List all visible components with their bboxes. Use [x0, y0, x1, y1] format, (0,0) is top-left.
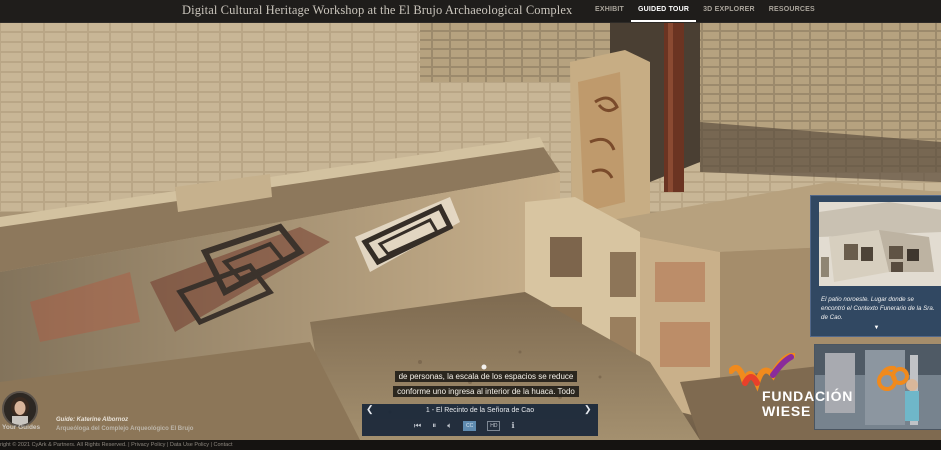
nav-tab-resources[interactable]: RESOURCES	[762, 0, 822, 22]
guide-name: Guide: Katerine Albornoz	[56, 417, 129, 423]
anniversary-60-icon	[877, 365, 909, 391]
hd-button[interactable]: HD	[487, 421, 501, 431]
your-guides-label[interactable]: Your Guides	[2, 424, 40, 431]
copyright-text: right © 2021 CyArk & Partners. All Right…	[0, 442, 127, 448]
context-photo	[819, 202, 941, 286]
chevron-left-icon[interactable]: ❮	[366, 404, 374, 415]
fundacion-wiese-logo-text: FUNDACIÓN WIESE	[762, 389, 853, 419]
chapter-title[interactable]: 1 - El Recinto de la Señora de Cao	[382, 407, 578, 414]
footer: right © 2021 CyArk & Partners. All Right…	[0, 440, 941, 450]
main-nav: EXHIBIT GUIDED TOUR 3D EXPLORER RESOURCE…	[588, 0, 822, 22]
guide-role: Arqueóloga del Complejo Arqueológico El …	[56, 426, 194, 432]
tour-player-controls: ❮ 1 - El Recinto de la Señora de Cao ❯ ⏮…	[362, 404, 598, 436]
fundacion-wiese-logo-mark	[729, 353, 795, 392]
playback-controls: ⏮ ⏸ 🔈︎ CC HD ℹ	[414, 421, 515, 431]
logo-line-1: FUNDACIÓN	[762, 388, 854, 404]
chevron-right-icon[interactable]: ❯	[584, 404, 592, 415]
chevron-down-icon[interactable]: ▼	[811, 325, 941, 331]
context-info-panel: El patio noroeste. Lugar donde se encont…	[810, 195, 941, 337]
info-icon[interactable]: ℹ	[511, 421, 514, 431]
closed-captions-button[interactable]: CC	[463, 421, 477, 431]
top-navigation-bar: Digital Cultural Heritage Workshop at th…	[0, 0, 941, 23]
pause-icon[interactable]: ⏸	[432, 421, 436, 431]
guide-avatar[interactable]	[2, 391, 38, 427]
context-caption: El patio noroeste. Lugar donde se encont…	[821, 296, 935, 321]
nav-tab-3d-explorer[interactable]: 3D EXPLORER	[696, 0, 762, 22]
subtitle-line-2: conforme uno ingresa al interior de la h…	[393, 386, 579, 397]
privacy-policy-link[interactable]: Privacy Policy	[131, 442, 165, 448]
site-title[interactable]: Digital Cultural Heritage Workshop at th…	[182, 3, 572, 18]
narration-subtitle: de personas, la escala de los espacios s…	[373, 369, 599, 399]
contact-link[interactable]: Contact	[214, 442, 233, 448]
nav-tab-exhibit[interactable]: EXHIBIT	[588, 0, 631, 22]
skip-back-icon[interactable]: ⏮	[414, 421, 421, 431]
nav-tab-guided-tour[interactable]: GUIDED TOUR	[631, 0, 697, 22]
volume-icon[interactable]: 🔈︎	[447, 421, 452, 431]
logo-line-2: WIESE	[762, 403, 812, 419]
subtitle-line-1: de personas, la escala de los espacios s…	[394, 371, 578, 382]
data-use-policy-link[interactable]: Data Use Policy	[170, 442, 209, 448]
